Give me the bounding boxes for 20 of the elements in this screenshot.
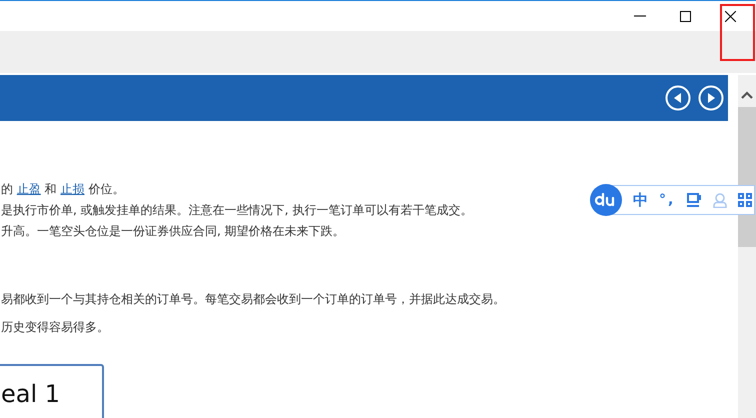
maximize-icon[interactable] xyxy=(680,10,691,22)
close-icon[interactable] xyxy=(725,10,736,22)
paragraph: 升高。一笔空头仓位是一份证券供应合同, 期望价格在未来下跌。 xyxy=(1,222,346,240)
scrollbar[interactable] xyxy=(738,75,756,418)
paragraph: 历史变得容易得多。 xyxy=(1,318,110,336)
minimize-icon[interactable] xyxy=(634,15,646,17)
input-mode-toggle[interactable]: 中 xyxy=(633,190,648,210)
highlight-frame xyxy=(720,4,755,61)
cup-icon[interactable] xyxy=(686,193,702,207)
punctuation-toggle[interactable]: °, xyxy=(659,192,676,208)
previous-button-icon[interactable] xyxy=(665,84,691,111)
deal-title: eal 1 xyxy=(1,380,60,408)
scroll-up-icon[interactable] xyxy=(741,91,753,99)
grid-icon[interactable] xyxy=(738,193,752,207)
link[interactable]: 止盈 xyxy=(16,182,41,196)
next-button-icon[interactable] xyxy=(698,84,724,111)
link[interactable]: 止损 xyxy=(60,182,84,196)
baidu-logo-icon[interactable] xyxy=(590,184,622,216)
paragraph: 是执行市价单, 或触发挂单的结果。注意在一些情况下, 执行一笔订单可以有若干笔成交。 xyxy=(1,202,474,219)
paragraph: 易都收到一个与其持仓相关的订单号。每笔交易都会收到一个订单的订单号，并据此达成交易。 xyxy=(1,290,506,308)
